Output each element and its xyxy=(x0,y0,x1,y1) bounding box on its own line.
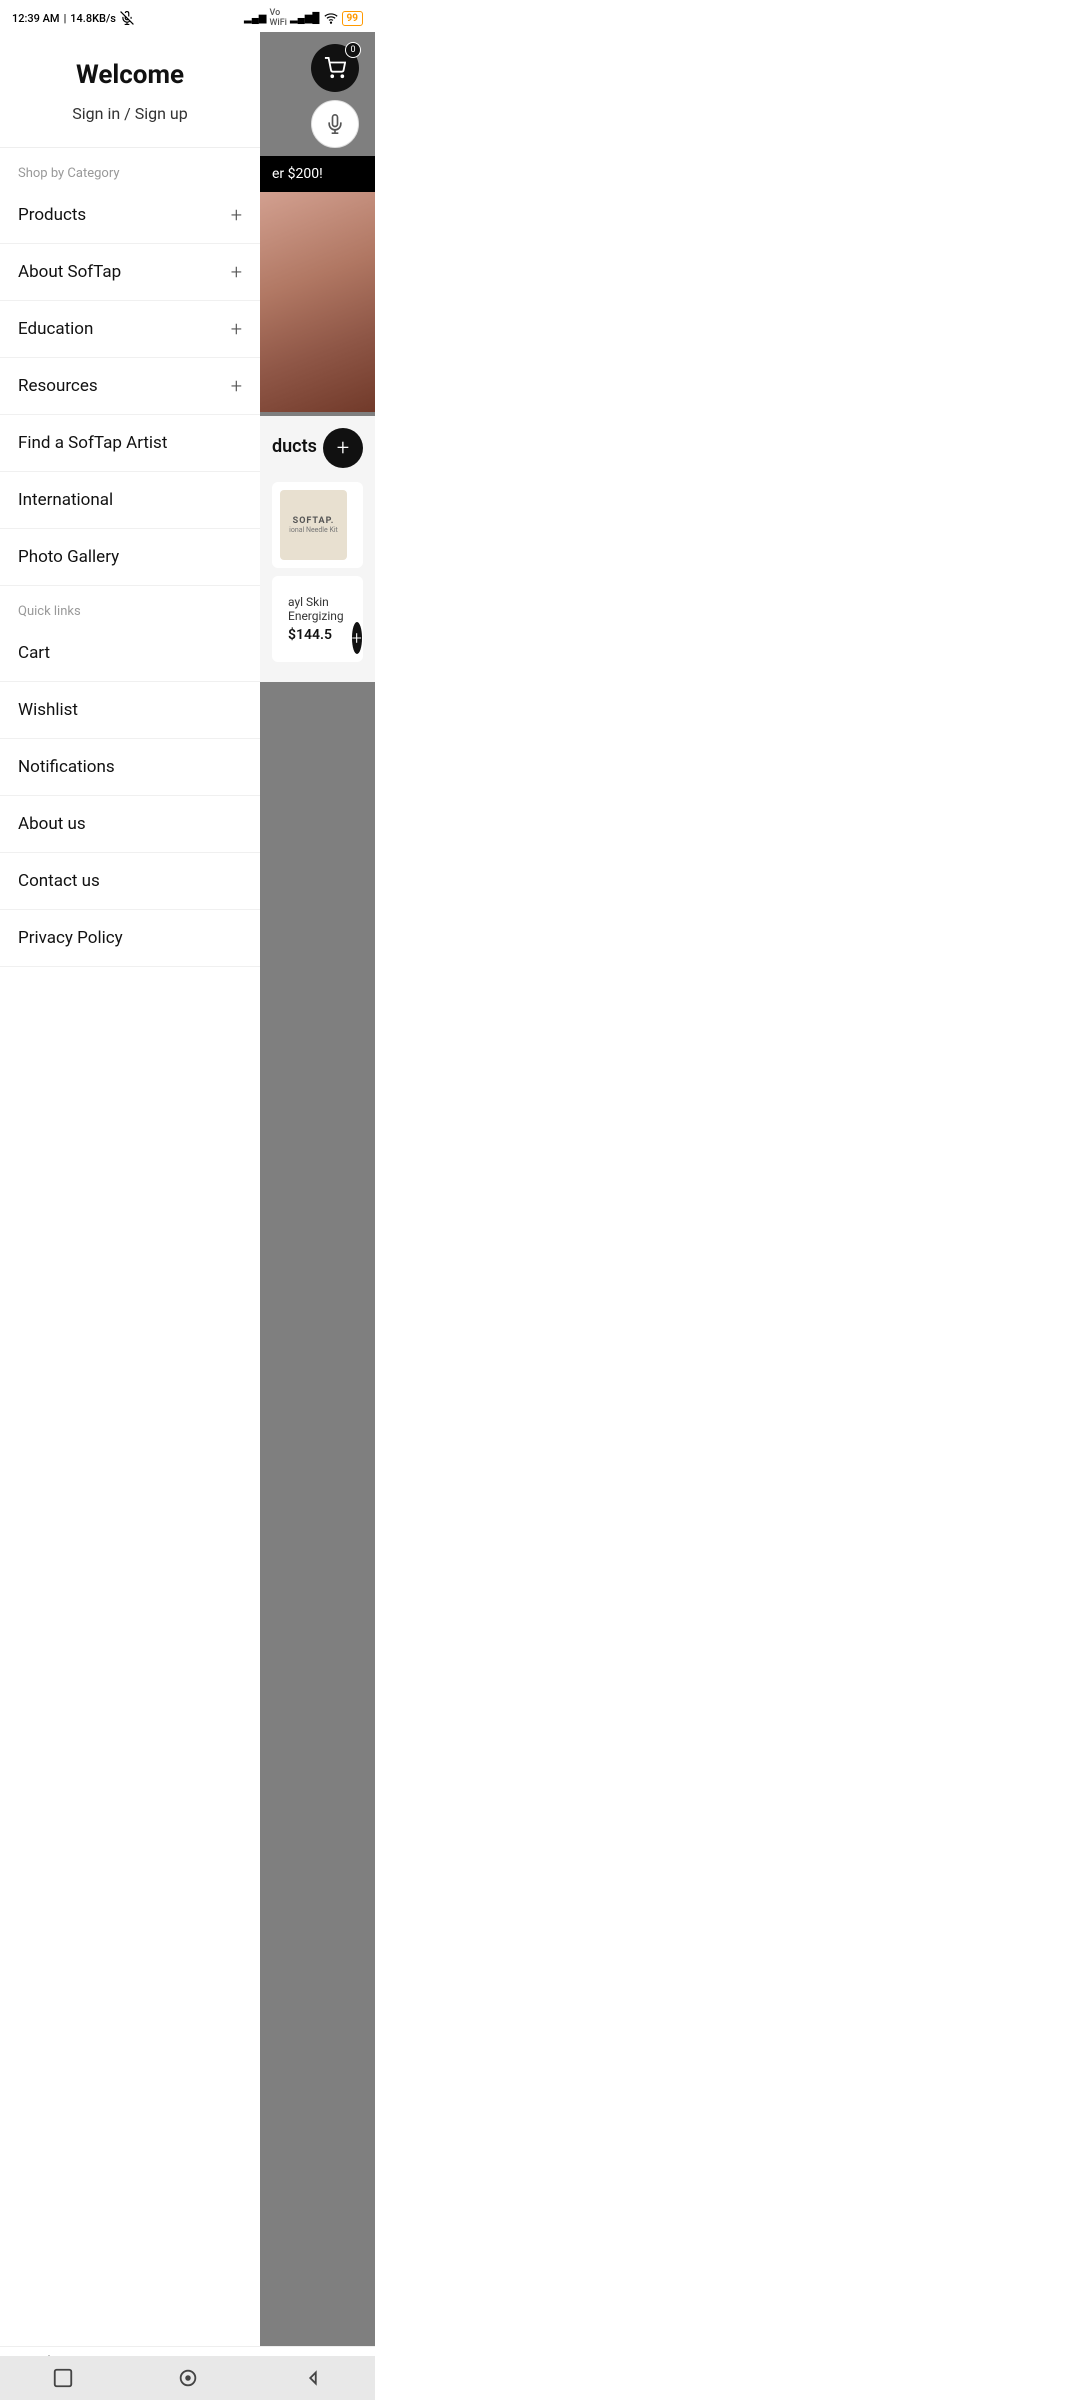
nav-item-privacy-policy-label: Privacy Policy xyxy=(18,928,123,948)
nav-item-privacy-policy[interactable]: Privacy Policy xyxy=(0,910,260,967)
expand-products-icon: + xyxy=(231,205,242,225)
mic-button[interactable] xyxy=(311,100,359,148)
nav-item-cart-label: Cart xyxy=(18,643,50,663)
nav-item-find-artist-label: Find a SofTap Artist xyxy=(18,433,167,453)
battery-indicator: 99 xyxy=(342,11,363,26)
signal-icon: ▂▄▆ xyxy=(244,13,266,24)
nav-item-education-label: Education xyxy=(18,319,93,339)
android-nav-bar xyxy=(0,2356,375,2400)
hero-image xyxy=(260,192,375,412)
mic-icon xyxy=(325,114,345,134)
status-bar: 12:39 AM | 14.8KB/s ▂▄▆ VoWiFi ▂▄▆█ 99 xyxy=(0,0,375,32)
cart-icon xyxy=(324,57,346,79)
expand-resources-icon: + xyxy=(231,376,242,396)
android-circle-button[interactable] xyxy=(174,2364,202,2392)
nav-item-resources[interactable]: Resources + xyxy=(0,358,260,415)
drawer-title: Welcome xyxy=(18,60,242,90)
expand-about-icon: + xyxy=(231,262,242,282)
nav-item-photo-gallery-label: Photo Gallery xyxy=(18,547,119,567)
nav-item-contact-us[interactable]: Contact us xyxy=(0,853,260,910)
promo-banner: er $200! xyxy=(260,156,375,192)
nav-item-about-softap-label: About SofTap xyxy=(18,262,121,282)
nav-item-international[interactable]: International xyxy=(0,472,260,529)
nav-item-products-label: Products xyxy=(18,205,86,225)
cart-count: 0 xyxy=(345,42,361,58)
drawer-panel: Welcome Sign in / Sign up Shop by Catego… xyxy=(0,32,260,2372)
product-card-skin-energizing[interactable]: ayl Skin Energizing $144.5 + xyxy=(272,576,363,662)
nav-item-about-us-label: About us xyxy=(18,814,86,834)
brand-subtitle: ional Needle Kit xyxy=(289,526,338,534)
nav-item-about-softap[interactable]: About SofTap + xyxy=(0,244,260,301)
nav-items-expandable: Products + About SofTap + Education + Re… xyxy=(0,187,260,415)
nav-item-products[interactable]: Products + xyxy=(0,187,260,244)
product-card-needle-kit[interactable]: SOFTAP. ional Needle Kit xyxy=(272,482,363,568)
nav-item-notifications-label: Notifications xyxy=(18,757,115,777)
expand-education-icon: + xyxy=(231,319,242,339)
screen-wrapper: Welcome Sign in / Sign up Shop by Catego… xyxy=(0,32,375,2372)
android-back-button[interactable] xyxy=(299,2364,327,2392)
nav-item-cart[interactable]: Cart xyxy=(0,625,260,682)
banner-text: er $200! xyxy=(272,166,323,182)
product-info-skin-energizing: ayl Skin Energizing $144.5 xyxy=(288,595,344,643)
signin-link[interactable]: Sign in / Sign up xyxy=(18,104,242,123)
cell-signal-icon: ▂▄▆█ xyxy=(290,13,320,24)
add-product-button[interactable]: + xyxy=(323,428,363,468)
android-square-button[interactable] xyxy=(49,2364,77,2392)
page-background-overlay: 0 er $200! ducts + xyxy=(260,32,375,2372)
time: 12:39 AM xyxy=(12,12,60,25)
nav-item-education[interactable]: Education + xyxy=(0,301,260,358)
mute-icon xyxy=(120,11,134,25)
nav-item-resources-label: Resources xyxy=(18,376,98,396)
nav-item-international-label: International xyxy=(18,490,113,510)
nav-item-contact-us-label: Contact us xyxy=(18,871,100,891)
shop-by-category-label: Shop by Category xyxy=(0,148,260,187)
separator: | xyxy=(64,12,67,25)
nav-item-wishlist-label: Wishlist xyxy=(18,700,78,720)
vo-wifi-label: VoWiFi xyxy=(269,8,286,28)
product-price-skin-energizing: $144.5 xyxy=(288,627,344,643)
wifi-icon xyxy=(323,11,339,25)
cart-button[interactable]: 0 xyxy=(311,44,359,92)
status-right: ▂▄▆ VoWiFi ▂▄▆█ 99 xyxy=(244,8,363,28)
nav-item-photo-gallery[interactable]: Photo Gallery xyxy=(0,529,260,586)
add-skin-energizing-button[interactable]: + xyxy=(352,622,362,654)
data-speed: 14.8KB/s xyxy=(70,12,116,25)
drawer-header: Welcome Sign in / Sign up xyxy=(0,32,260,148)
product-thumb-needle-kit: SOFTAP. ional Needle Kit xyxy=(280,490,347,560)
product-name-skin-energizing: ayl Skin Energizing xyxy=(288,595,344,623)
brand-name: SOFTAP. xyxy=(293,516,335,526)
products-section-title: ducts xyxy=(272,436,317,457)
products-section: ducts + SOFTAP. ional Needle Kit xyxy=(260,416,375,682)
quick-links-label: Quick links xyxy=(0,586,260,625)
nav-item-find-artist[interactable]: Find a SofTap Artist xyxy=(0,415,260,472)
nav-item-about-us[interactable]: About us xyxy=(0,796,260,853)
status-left: 12:39 AM | 14.8KB/s xyxy=(12,11,134,25)
nav-item-wishlist[interactable]: Wishlist xyxy=(0,682,260,739)
nav-item-notifications[interactable]: Notifications xyxy=(0,739,260,796)
